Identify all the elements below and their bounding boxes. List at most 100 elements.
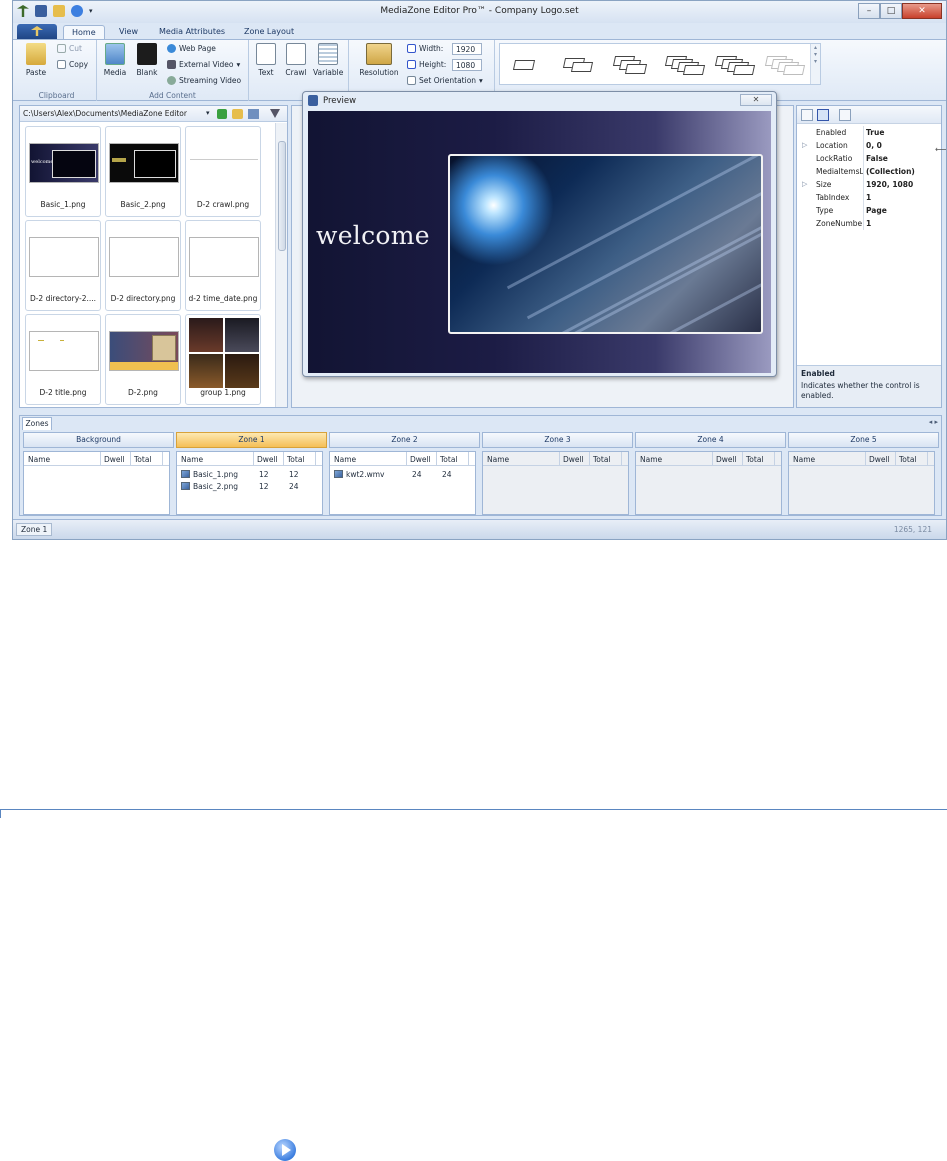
zone-media-row[interactable]: Basic_2.png 12 24 (177, 480, 322, 492)
property-value[interactable]: 1 (866, 219, 871, 228)
tab-home[interactable]: Home (63, 25, 105, 39)
media-thumbnail[interactable]: Basic_2.png (105, 126, 181, 217)
layout-option-1[interactable] (506, 56, 546, 74)
media-thumbnail[interactable]: D-2 directory.png (105, 220, 181, 311)
property-value[interactable]: (Collection) (866, 167, 915, 176)
column-total[interactable]: Total (440, 455, 458, 464)
column-dwell[interactable]: Dwell (104, 455, 125, 464)
application-menu-button[interactable] (17, 24, 57, 39)
categorized-icon[interactable] (801, 109, 813, 121)
media-thumbnail[interactable]: D-2 directory-2.... (25, 220, 101, 311)
zone-header[interactable]: Background (23, 432, 174, 448)
property-value[interactable]: False (866, 154, 888, 163)
zone-media-list[interactable]: Name Dwell Total (635, 451, 782, 515)
tab-view[interactable]: View (111, 25, 146, 39)
cut-button[interactable]: Cut (57, 44, 82, 53)
close-button[interactable]: ✕ (902, 3, 942, 19)
property-value[interactable]: Page (866, 206, 887, 215)
browser-scrollbar[interactable] (275, 123, 287, 407)
path-display[interactable]: C:\Users\Alex\Documents\MediaZone Editor (23, 109, 187, 118)
web-page-button[interactable]: Web Page (167, 44, 216, 53)
property-row[interactable]: Enabled True (797, 126, 941, 139)
zone-header[interactable]: Zone 5 (788, 432, 939, 448)
streaming-video-button[interactable]: Streaming Video (167, 76, 241, 85)
layout-gallery[interactable]: ▴ ▾ ▾ (499, 43, 821, 85)
property-row[interactable]: LockRatio False (797, 152, 941, 165)
view-mode-icon[interactable] (248, 109, 259, 119)
paste-button[interactable]: Paste (21, 43, 51, 77)
zone-media-list[interactable]: Name Dwell Total Basic_1.png 12 12 Basic_2.png… (176, 451, 323, 515)
column-name[interactable]: Name (487, 455, 509, 464)
column-name[interactable]: Name (793, 455, 815, 464)
filter-icon[interactable] (270, 109, 280, 118)
preview-close-button[interactable]: ✕ (740, 94, 772, 106)
tab-media-attributes[interactable]: Media Attributes (151, 25, 233, 39)
media-thumbnail[interactable]: D-2 crawl.png (185, 126, 261, 217)
zones-scroll-arrows[interactable]: ◂ ▸ (929, 418, 938, 426)
scrollbar-thumb[interactable] (278, 141, 286, 251)
path-dropdown-icon[interactable]: ▾ (206, 109, 210, 117)
column-total[interactable]: Total (287, 455, 305, 464)
maximize-button[interactable]: □ (880, 3, 902, 19)
zone-header[interactable]: Zone 2 (329, 432, 480, 448)
crawl-button[interactable]: Crawl (281, 43, 311, 77)
layout-option-5[interactable] (714, 56, 756, 75)
column-dwell[interactable]: Dwell (257, 455, 278, 464)
width-input[interactable]: 1920 (452, 43, 482, 55)
media-thumbnail[interactable]: D-2 title.png (25, 314, 101, 405)
property-value[interactable]: 0, 0 (866, 141, 882, 150)
property-value[interactable]: 1920, 1080 (866, 180, 913, 189)
expand-icon[interactable]: ▷ (802, 180, 807, 188)
zone-media-list[interactable]: Name Dwell Total (482, 451, 629, 515)
property-row[interactable]: Type Page (797, 204, 941, 217)
zone-media-list[interactable]: Name Dwell Total (23, 451, 170, 515)
column-name[interactable]: Name (640, 455, 662, 464)
alphabetical-icon[interactable] (817, 109, 829, 121)
column-total[interactable]: Total (899, 455, 917, 464)
column-dwell[interactable]: Dwell (563, 455, 584, 464)
copy-button[interactable]: Copy (57, 60, 88, 69)
zone-header[interactable]: Zone 3 (482, 432, 633, 448)
zones-tab[interactable]: Zones (22, 417, 52, 430)
property-row[interactable]: ▷ Size 1920, 1080 (797, 178, 941, 191)
column-dwell[interactable]: Dwell (869, 455, 890, 464)
property-pages-icon[interactable] (839, 109, 851, 121)
blank-button[interactable]: Blank (132, 43, 162, 77)
property-row[interactable]: ZoneNumbe 1 (797, 217, 941, 230)
column-dwell[interactable]: Dwell (716, 455, 737, 464)
column-name[interactable]: Name (28, 455, 50, 464)
media-button[interactable]: Media (100, 43, 130, 77)
variable-button[interactable]: Variable (313, 43, 343, 77)
play-button[interactable] (274, 1139, 296, 1161)
media-thumbnail[interactable]: group 1.png (185, 314, 261, 405)
zone-media-list[interactable]: Name Dwell Total (788, 451, 935, 515)
column-total[interactable]: Total (746, 455, 764, 464)
set-orientation-button[interactable]: Set Orientation ▾ (407, 76, 483, 85)
property-row[interactable]: ▷ Location 0, 0 (797, 139, 941, 152)
expand-icon[interactable]: ▷ (802, 141, 807, 149)
gallery-scroll[interactable]: ▴ ▾ ▾ (810, 44, 820, 84)
column-name[interactable]: Name (334, 455, 356, 464)
resolution-button[interactable]: Resolution (357, 43, 401, 77)
zone-media-row[interactable]: Basic_1.png 12 12 (177, 468, 322, 480)
panel-splitter-arrow-icon[interactable]: ⟵ (935, 145, 946, 154)
go-arrow-icon[interactable] (217, 109, 227, 119)
media-thumbnail[interactable]: welcome Basic_1.png (25, 126, 101, 217)
media-thumbnail[interactable]: D-2.png (105, 314, 181, 405)
zone-media-list[interactable]: Name Dwell Total kwt2.wmv 24 24 (329, 451, 476, 515)
property-value[interactable]: True (866, 128, 884, 137)
folder-icon[interactable] (232, 109, 243, 119)
media-thumbnail[interactable]: d-2 time_date.png (185, 220, 261, 311)
tab-zone-layout[interactable]: Zone Layout (236, 25, 302, 39)
column-total[interactable]: Total (593, 455, 611, 464)
text-button[interactable]: Text (251, 43, 281, 77)
minimize-button[interactable]: – (858, 3, 880, 19)
zone-media-row[interactable]: kwt2.wmv 24 24 (330, 468, 475, 480)
layout-option-4[interactable] (664, 56, 706, 75)
zone-header[interactable]: Zone 1 (176, 432, 327, 448)
layout-option-2[interactable] (558, 56, 598, 74)
external-video-button[interactable]: External Video ▾ (167, 60, 240, 69)
height-input[interactable]: 1080 (452, 59, 482, 71)
column-dwell[interactable]: Dwell (410, 455, 431, 464)
property-value[interactable]: 1 (866, 193, 871, 202)
